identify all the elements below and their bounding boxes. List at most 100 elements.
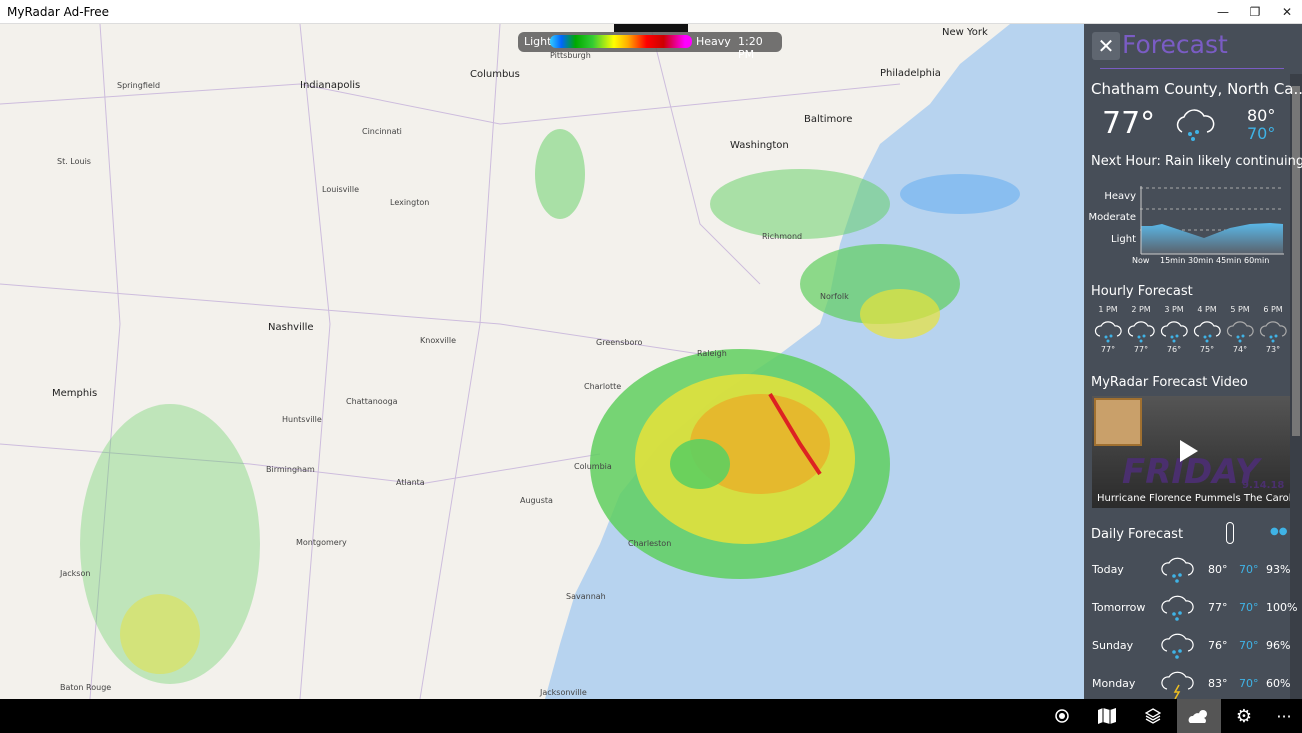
drawer-handle[interactable] bbox=[614, 24, 688, 32]
map-city-label: Columbia bbox=[574, 462, 612, 471]
rain-icon bbox=[1193, 319, 1221, 347]
close-icon[interactable]: ✕ bbox=[1092, 32, 1120, 60]
daily-day: Monday bbox=[1092, 677, 1136, 690]
next-hour-summary: Next Hour: Rain likely continuing. bbox=[1091, 154, 1302, 169]
map-city-label: Memphis bbox=[52, 388, 98, 399]
legend-light: Light bbox=[524, 35, 552, 48]
window-title: MyRadar Ad-Free bbox=[7, 5, 110, 19]
hourly-temp: 76° bbox=[1166, 345, 1182, 354]
map-icon[interactable] bbox=[1085, 699, 1129, 733]
close-window-button[interactable]: ✕ bbox=[1270, 0, 1302, 24]
rain-icon bbox=[1094, 319, 1122, 347]
location-icon[interactable] bbox=[1040, 699, 1084, 733]
daily-precip-chance: 96% bbox=[1266, 639, 1291, 652]
hourly-title: Hourly Forecast bbox=[1091, 284, 1193, 299]
map-city-label: Richmond bbox=[762, 232, 803, 241]
daily-low: 70° bbox=[1239, 677, 1259, 690]
radar-legend: Light Heavy 1:20 PM bbox=[518, 32, 782, 61]
map-city-label: Washington bbox=[730, 140, 789, 151]
video-title: MyRadar Forecast Video bbox=[1091, 375, 1248, 390]
map-city-label: Norfolk bbox=[820, 292, 849, 301]
forecast-panel: ✕ Forecast Chatham County, North Ca... 7… bbox=[1084, 24, 1302, 699]
more-icon[interactable]: ··· bbox=[1262, 699, 1302, 733]
daily-low: 70° bbox=[1239, 639, 1259, 652]
daily-low: 70° bbox=[1239, 563, 1259, 576]
map-city-label: Savannah bbox=[566, 592, 606, 601]
weather-icon[interactable] bbox=[1177, 699, 1221, 733]
rain-icon bbox=[1160, 631, 1194, 665]
restore-button[interactable]: ❐ bbox=[1238, 0, 1272, 24]
hourly-temp: 74° bbox=[1232, 345, 1248, 354]
daily-high: 80° bbox=[1208, 563, 1228, 576]
map-city-label: Nashville bbox=[268, 322, 314, 333]
map-city-label: Philadelphia bbox=[880, 68, 941, 79]
map-city-label: Springfield bbox=[117, 81, 161, 90]
high-temp: 80° bbox=[1247, 106, 1276, 125]
daily-precip-chance: 93% bbox=[1266, 563, 1291, 576]
map-city-label: Chattanooga bbox=[346, 397, 398, 406]
map-city-label: Louisville bbox=[322, 185, 359, 194]
map-city-label: Jacksonville bbox=[540, 688, 587, 697]
map-city-label: Baton Rouge bbox=[60, 683, 112, 692]
chart-x-label: 45min bbox=[1216, 256, 1242, 265]
level-moderate: Moderate bbox=[1088, 212, 1136, 223]
hourly-temp: 75° bbox=[1199, 345, 1215, 354]
map-city-label: Knoxville bbox=[420, 336, 457, 345]
location-name: Chatham County, North Ca... bbox=[1091, 80, 1302, 98]
daily-low: 70° bbox=[1239, 601, 1259, 614]
map-city-label: Greensboro bbox=[596, 338, 643, 347]
map-city-label: New York bbox=[942, 27, 988, 38]
hourly-temp: 77° bbox=[1133, 345, 1149, 354]
ocean bbox=[545, 24, 1084, 699]
video-caption: Hurricane Florence Pummels The Carolinas bbox=[1097, 493, 1290, 504]
rain-icon bbox=[1127, 319, 1155, 347]
low-temp: 70° bbox=[1247, 124, 1276, 143]
map-canvas bbox=[0, 24, 1084, 699]
panel-title: Forecast bbox=[1122, 30, 1228, 59]
map-city-label: Jackson bbox=[60, 569, 91, 578]
level-light: Light bbox=[1111, 234, 1136, 245]
daily-day: Tomorrow bbox=[1092, 601, 1146, 614]
thunderstorm-icon bbox=[1160, 669, 1194, 699]
daily-high: 77° bbox=[1208, 601, 1228, 614]
bottom-app-bar: ⚙ ··· bbox=[0, 699, 1302, 733]
title-bar: MyRadar Ad-Free — ❐ ✕ bbox=[0, 0, 1302, 24]
current-temp: 77° bbox=[1102, 106, 1156, 141]
radar-map[interactable]: Columbus Indianapolis Cincinnati Louisville… bbox=[0, 24, 1084, 699]
forecast-video[interactable]: FRIDAY 9.14.18 Hurricane Florence Pummel… bbox=[1092, 396, 1290, 508]
thermometer-icon bbox=[1226, 522, 1234, 544]
rain-icon bbox=[1259, 319, 1287, 347]
settings-icon[interactable]: ⚙ bbox=[1222, 699, 1266, 733]
rain-icon bbox=[1226, 319, 1254, 347]
rain-icon bbox=[1176, 109, 1215, 141]
map-city-label: Montgomery bbox=[296, 538, 347, 547]
chart-x-label: 15min bbox=[1160, 256, 1186, 265]
video-date: 9.14.18 bbox=[1242, 480, 1285, 491]
map-city-label: Cincinnati bbox=[362, 127, 402, 136]
minimize-button[interactable]: — bbox=[1206, 0, 1240, 24]
rain-icon bbox=[1160, 593, 1194, 627]
map-city-label: Augusta bbox=[520, 496, 553, 505]
map-city-label: Indianapolis bbox=[300, 80, 361, 91]
layers-icon[interactable] bbox=[1131, 699, 1175, 733]
daily-high: 76° bbox=[1208, 639, 1228, 652]
hourly-time: 2 PM bbox=[1131, 305, 1151, 314]
daily-high: 83° bbox=[1208, 677, 1228, 690]
level-heavy: Heavy bbox=[1104, 191, 1136, 202]
radar-time: 1:20 PM bbox=[738, 35, 763, 61]
map-city-label: Pittsburgh bbox=[550, 51, 591, 60]
precip-area bbox=[1140, 186, 1284, 255]
map-city-label: Lexington bbox=[390, 198, 430, 207]
daily-precip-chance: 60% bbox=[1266, 677, 1291, 690]
hourly-time: 5 PM bbox=[1230, 305, 1250, 314]
daily-title: Daily Forecast bbox=[1091, 527, 1184, 542]
map-city-label: Birmingham bbox=[266, 465, 315, 474]
chart-x-label: 60min bbox=[1244, 256, 1270, 265]
map-city-label: Baltimore bbox=[804, 114, 853, 125]
map-city-label: Huntsville bbox=[282, 415, 322, 424]
hourly-temp: 77° bbox=[1100, 345, 1116, 354]
daily-day: Today bbox=[1092, 563, 1124, 576]
play-icon[interactable] bbox=[1180, 440, 1198, 462]
chart-x-label: 30min bbox=[1188, 256, 1214, 265]
hourly-temp: 73° bbox=[1265, 345, 1281, 354]
